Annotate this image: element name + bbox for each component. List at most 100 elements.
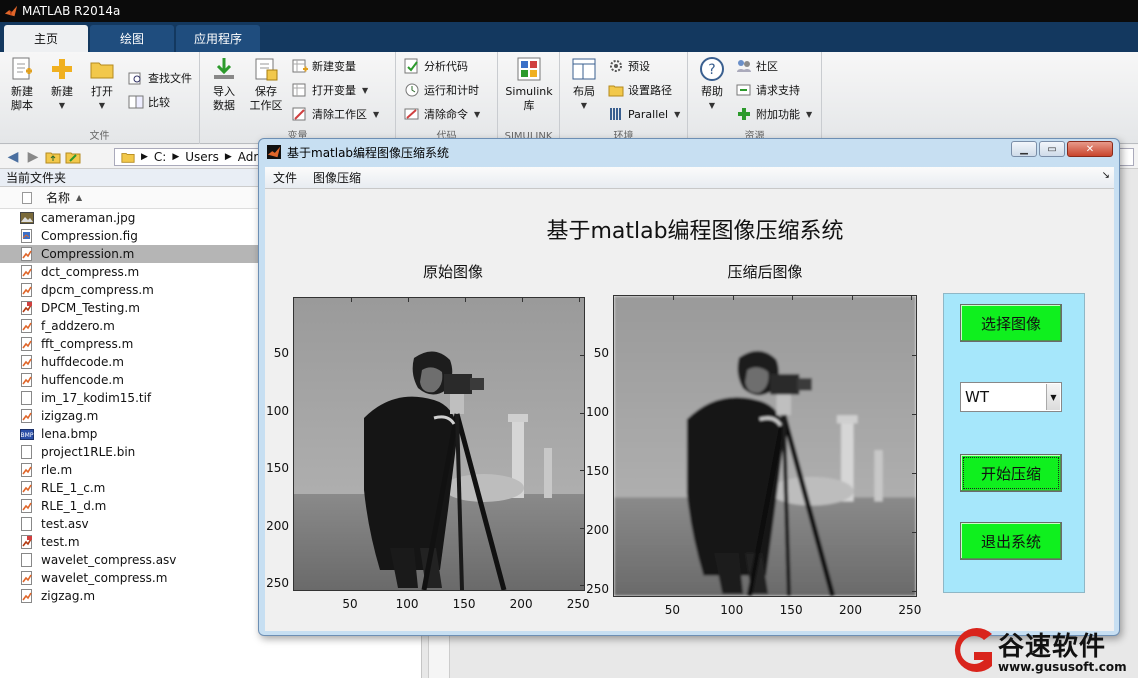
figure-title-bar[interactable]: 基于matlab编程图像压缩系统: [259, 139, 1119, 165]
checkbox-icon: [22, 191, 32, 204]
control-panel: 选择图像 WT ▼ 开始压缩 退出系统: [943, 293, 1085, 593]
close-button[interactable]: ✕: [1067, 141, 1113, 157]
x-tick-mark: [673, 295, 675, 300]
generic-file-icon: [21, 553, 32, 567]
chevron-down-icon: ▼: [708, 101, 716, 110]
y-tick-mark: [912, 472, 917, 474]
ribbon-group-environment: 布局 ▼ 预设 设置路径 Parallel ▼ 环境: [560, 52, 688, 144]
browse-folder-icon[interactable]: [64, 148, 82, 166]
path-separator-icon: ▶: [224, 152, 232, 162]
dock-arrow-icon[interactable]: ↘: [1102, 170, 1110, 181]
ribbon-group-variable: 导入 数据 保存 工作区 新建变量 打开变量 ▼ 清除工作区 ▼ 变量: [200, 52, 396, 144]
parallel-button[interactable]: Parallel ▼: [608, 104, 680, 124]
run-and-time-button[interactable]: 运行和计时: [404, 80, 479, 100]
set-path-button[interactable]: 设置路径: [608, 80, 672, 100]
window-title: MATLAB R2014a: [22, 4, 121, 18]
y-tick-label: 150: [266, 461, 289, 476]
watermark-url: www.gususoft.com: [998, 660, 1127, 674]
m-file-icon: [21, 337, 32, 351]
figure-window: 基于matlab编程图像压缩系统 ▁ ▭ ✕ 文件 图像压缩 ↘ 基于matla…: [258, 138, 1120, 636]
chevron-down-icon: ▼: [373, 109, 380, 119]
request-support-button[interactable]: 请求支持: [736, 80, 800, 100]
method-value: WT: [965, 388, 989, 406]
back-arrow-icon[interactable]: ◀: [4, 148, 22, 166]
original-image-axes[interactable]: [293, 297, 585, 591]
save-workspace-button[interactable]: 保存 工作区: [246, 56, 286, 113]
ribbon-group-file: 新建 脚本 新建 ▼ 打开 ▼ 查找文件 比较 文件: [0, 52, 200, 144]
select-image-button[interactable]: 选择图像: [960, 304, 1062, 342]
new-script-button[interactable]: 新建 脚本: [2, 56, 42, 113]
minimize-button[interactable]: ▁: [1011, 141, 1037, 157]
group-label-file: 文件: [89, 131, 110, 142]
tab-home[interactable]: 主页: [4, 25, 88, 52]
file-name: dct_compress.m: [41, 265, 140, 279]
path-separator-icon: ▶: [141, 152, 148, 162]
x-tick-label: 250: [898, 603, 922, 617]
compare-button[interactable]: 比较: [128, 92, 170, 112]
up-folder-icon[interactable]: [44, 148, 62, 166]
chevron-down-icon[interactable]: ▼: [1046, 384, 1060, 410]
menu-image-compression[interactable]: 图像压缩: [313, 169, 361, 186]
preferences-button[interactable]: 预设: [608, 56, 650, 76]
m-script-icon: [21, 301, 32, 315]
compressed-image-axes[interactable]: [613, 295, 917, 597]
path-segment[interactable]: Users: [185, 150, 219, 164]
fig-file-icon: [21, 229, 32, 243]
x-tick-mark: [579, 297, 581, 302]
file-name: huffencode.m: [41, 373, 124, 387]
ribbon-toolbar: 新建 脚本 新建 ▼ 打开 ▼ 查找文件 比较 文件 导入 数据 保存 工作区 …: [0, 52, 1138, 144]
folder-path-icon: [608, 85, 624, 97]
gusu-watermark: 谷速软件 www.gususoft.com: [940, 622, 1138, 678]
chevron-down-icon: ▼: [362, 85, 369, 95]
simulink-library-button[interactable]: Simulink 库: [504, 56, 554, 113]
path-segment[interactable]: C:: [154, 150, 166, 164]
clear-workspace-button[interactable]: 清除工作区 ▼: [292, 104, 379, 124]
svg-text:?: ?: [708, 62, 715, 78]
sort-ascending-icon: ▲: [76, 193, 83, 202]
maximize-icon: ▭: [1047, 143, 1057, 155]
file-name: rle.m: [41, 463, 73, 477]
file-name: wavelet_compress.m: [41, 571, 168, 585]
analyze-code-button[interactable]: 分析代码: [404, 56, 468, 76]
addons-button[interactable]: 附加功能 ▼: [736, 104, 812, 124]
new-button[interactable]: 新建 ▼: [42, 56, 82, 113]
file-name: test.m: [41, 535, 80, 549]
file-name: zigzag.m: [41, 589, 96, 603]
y-tick-label: 200: [266, 518, 289, 533]
start-compress-button[interactable]: 开始压缩: [960, 454, 1062, 492]
chevron-down-icon: ▼: [98, 101, 106, 110]
open-button[interactable]: 打开 ▼: [82, 56, 122, 113]
new-plus-icon: [52, 59, 72, 79]
y-tick-label: 100: [586, 404, 609, 419]
generic-file-icon: [21, 517, 32, 531]
bmp-file-icon: BMP: [20, 429, 34, 440]
menu-file[interactable]: 文件: [273, 169, 297, 186]
exit-system-button[interactable]: 退出系统: [960, 522, 1062, 560]
maximize-button[interactable]: ▭: [1039, 141, 1065, 157]
find-files-button[interactable]: 查找文件: [128, 68, 192, 88]
find-files-icon: [128, 72, 141, 85]
method-popup[interactable]: WT ▼: [960, 382, 1062, 412]
figure-title: 基于matlab编程图像压缩系统: [287, 145, 450, 160]
analyze-code-icon: [404, 58, 418, 74]
open-variable-button[interactable]: 打开变量 ▼: [292, 80, 368, 100]
y-tick-label: 250: [586, 581, 609, 596]
layout-button[interactable]: 布局 ▼: [564, 56, 604, 113]
tab-plots[interactable]: 绘图: [90, 25, 174, 52]
tab-apps[interactable]: 应用程序: [176, 25, 260, 52]
file-name: huffdecode.m: [41, 355, 124, 369]
new-variable-icon: [292, 59, 308, 73]
forward-arrow-icon[interactable]: ▶: [24, 148, 42, 166]
file-name: Compression.m: [41, 247, 135, 261]
addons-plus-icon: [738, 108, 750, 120]
new-variable-button[interactable]: 新建变量: [292, 56, 356, 76]
x-tick-label: 150: [452, 597, 476, 611]
ribbon-group-simulink: Simulink 库 SIMULINK: [498, 52, 560, 144]
community-button[interactable]: 社区: [736, 56, 778, 76]
x-tick-mark: [408, 297, 410, 302]
clear-commands-button[interactable]: 清除命令 ▼: [404, 104, 480, 124]
import-data-button[interactable]: 导入 数据: [204, 56, 244, 113]
help-button[interactable]: ? 帮助 ▼: [692, 56, 732, 113]
m-file-icon: [21, 265, 32, 279]
x-tick-mark: [910, 295, 912, 300]
